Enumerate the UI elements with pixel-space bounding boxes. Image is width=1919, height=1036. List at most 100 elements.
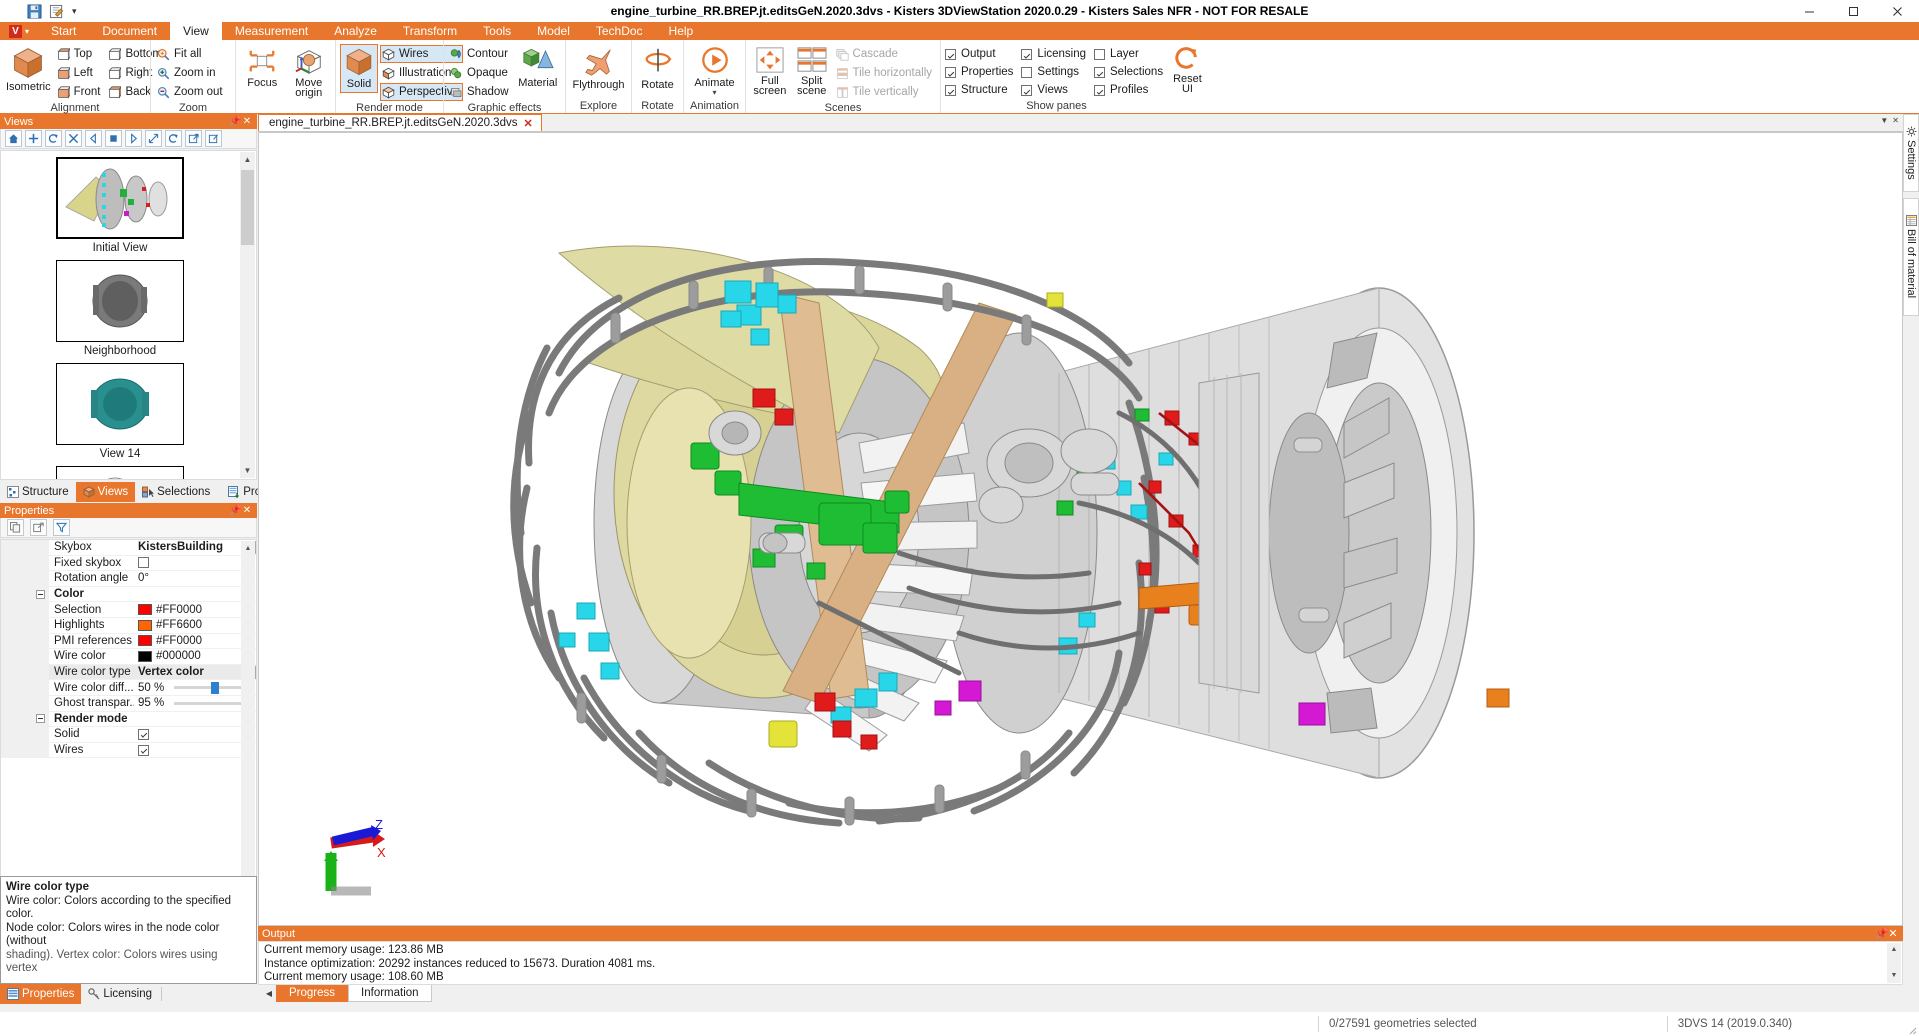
output-tab-strip[interactable]: ◀ Progress Information (258, 985, 1903, 1002)
scroll-up-icon[interactable]: ▲ (241, 541, 255, 555)
checkbox-settings-box[interactable] (1021, 66, 1033, 78)
property-row-wires[interactable]: Wires (1, 742, 256, 759)
sidebar-item-licensing[interactable]: Licensing (81, 984, 159, 1004)
tab-scroll-left-icon[interactable]: ◀ (262, 985, 276, 1002)
ribbon-tab-measurement[interactable]: Measurement (222, 22, 321, 40)
property-value[interactable]: #FF0000 (134, 604, 256, 616)
checkbox-selections[interactable]: Selections (1094, 63, 1163, 81)
property-value[interactable]: #FF6600 (134, 619, 256, 631)
ribbon-tab-view[interactable]: View (170, 22, 222, 40)
views-toolbar[interactable] (0, 129, 257, 149)
close-icon[interactable]: ✕ (241, 505, 253, 516)
flythrough-button[interactable]: Flythrough (572, 44, 626, 93)
animate-dropdown-icon[interactable]: ▾ (712, 89, 716, 97)
property-value[interactable]: #000000 (134, 650, 256, 662)
resize-grip[interactable] (1905, 1023, 1917, 1035)
views-list[interactable]: Initial View Neighborhood View 14 ▲ ▼ (0, 150, 257, 480)
import-icon[interactable] (205, 130, 222, 147)
ribbon-tab-analyze[interactable]: Analyze (321, 22, 390, 40)
update-icon[interactable] (165, 130, 182, 147)
sidebar-item-selections[interactable]: Selections (135, 482, 217, 502)
next-icon[interactable] (125, 130, 142, 147)
scroll-down-icon[interactable]: ▼ (1887, 969, 1901, 983)
view-front-button[interactable]: Front (55, 83, 105, 101)
opaque-button[interactable]: Opaque (448, 64, 513, 82)
window-controls[interactable] (1787, 0, 1919, 22)
checkbox-licensing[interactable]: Licensing (1021, 45, 1086, 63)
checkbox-settings[interactable]: Settings (1021, 63, 1086, 81)
property-row-skybox[interactable]: Skybox KistersBuilding ▾ (1, 540, 256, 556)
ribbon-tab-help[interactable]: Help (656, 22, 707, 40)
list-item[interactable] (56, 363, 184, 445)
close-icon[interactable]: ✕ (1892, 116, 1899, 125)
sidebar-item-views[interactable]: Views (75, 482, 136, 502)
checkbox-properties[interactable]: Properties (945, 63, 1013, 81)
property-value[interactable]: 95 % (134, 697, 256, 710)
split-scene-button[interactable]: Split scene (792, 44, 832, 98)
sidebar-item-structure[interactable]: Structure (0, 482, 76, 502)
scroll-up-icon[interactable]: ▲ (1887, 943, 1901, 957)
material-button[interactable]: Material (515, 44, 561, 91)
property-value[interactable]: 0° (134, 572, 256, 584)
view-top-button[interactable]: Top (55, 45, 105, 63)
property-row-rotation-angle[interactable]: Rotation angle 0° (1, 571, 256, 587)
bottom-dock-tabs[interactable]: Properties Licensing (0, 984, 257, 1004)
rotate-button[interactable]: Rotate (636, 44, 679, 93)
property-row-fixed-skybox[interactable]: Fixed skybox (1, 555, 256, 572)
document-tab-strip[interactable]: engine_turbine_RR.BREP.jt.editsGeN.2020.… (258, 114, 1903, 132)
move-origin-button[interactable]: Move origin (287, 44, 332, 100)
solid-button[interactable]: Solid (340, 44, 378, 93)
reset-ui-button[interactable]: Reset UI (1171, 44, 1204, 96)
maximize-icon[interactable] (1831, 0, 1875, 22)
output-log[interactable]: Current memory usage: 123.86 MB Instance… (258, 941, 1903, 985)
checkbox-structure-box[interactable] (945, 84, 956, 96)
checkbox-output[interactable]: Output (945, 45, 1013, 63)
cascade-button[interactable]: Cascade (834, 45, 936, 63)
tile-vertically-button[interactable]: Tile vertically (834, 83, 936, 101)
isometric-button[interactable]: Isometric (4, 44, 53, 95)
export-icon[interactable] (185, 130, 202, 147)
property-value[interactable]: Vertex color▾ (134, 665, 256, 679)
solid-checkbox[interactable] (138, 728, 149, 740)
property-category-color[interactable]: Color (1, 586, 256, 603)
zoom-in-button[interactable]: Zoom in (155, 64, 227, 82)
full-screen-button[interactable]: Full screen (750, 44, 790, 98)
list-item[interactable] (56, 260, 184, 342)
document-tab[interactable]: engine_turbine_RR.BREP.jt.editsGeN.2020.… (258, 114, 542, 131)
scroll-up-icon[interactable]: ▲ (240, 152, 255, 167)
color-swatch[interactable] (138, 650, 152, 662)
checkbox-profiles-box[interactable] (1094, 84, 1106, 96)
minimize-icon[interactable] (1787, 0, 1831, 22)
tile-horizontally-button[interactable]: Tile horizontally (834, 64, 936, 82)
properties-scrollbar[interactable]: ▲ ▼ (241, 541, 255, 912)
checkbox-selections-box[interactable] (1094, 66, 1106, 78)
checkbox-properties-box[interactable] (945, 66, 956, 78)
left-dock-tabs[interactable]: Structure Views Selections Profiles (0, 482, 282, 502)
checkbox-licensing-box[interactable] (1021, 48, 1033, 60)
pin-icon[interactable]: 📌 (1875, 927, 1889, 940)
expand-icon[interactable] (145, 130, 162, 147)
more-caret-icon[interactable]: ▾ (72, 6, 77, 17)
filter-icon[interactable] (53, 519, 70, 536)
edit-icon[interactable] (48, 3, 65, 20)
quick-access-toolbar[interactable]: ▾ (0, 3, 77, 20)
sidebar-item-bill-of-material[interactable]: Bill of material (1903, 198, 1919, 316)
properties-toolbar[interactable] (0, 518, 257, 538)
collapse-icon[interactable] (36, 589, 45, 599)
close-icon[interactable]: ✕ (241, 116, 253, 127)
focus-button[interactable]: Focus (240, 44, 285, 91)
property-value[interactable]: #FF0000 (134, 635, 256, 647)
fixed-skybox-checkbox[interactable] (138, 557, 149, 569)
checkbox-structure[interactable]: Structure (945, 81, 1013, 99)
ribbon-tab-techdoc[interactable]: TechDoc (583, 22, 656, 40)
ribbon-tab-model[interactable]: Model (524, 22, 583, 40)
fit-all-button[interactable]: Fit all (155, 45, 227, 63)
checkbox-layer[interactable]: Layer (1094, 45, 1163, 63)
shadow-button[interactable]: Shadow (448, 83, 513, 101)
property-value[interactable]: KistersBuilding ▾ (134, 540, 256, 554)
property-row-highlights[interactable]: Highlights #FF6600 (1, 617, 256, 634)
ribbon-tab-transform[interactable]: Transform (390, 22, 470, 40)
ghost-transparency-slider[interactable] (174, 697, 251, 710)
slider-knob[interactable] (211, 681, 219, 694)
view-left-button[interactable]: Left (55, 64, 105, 82)
